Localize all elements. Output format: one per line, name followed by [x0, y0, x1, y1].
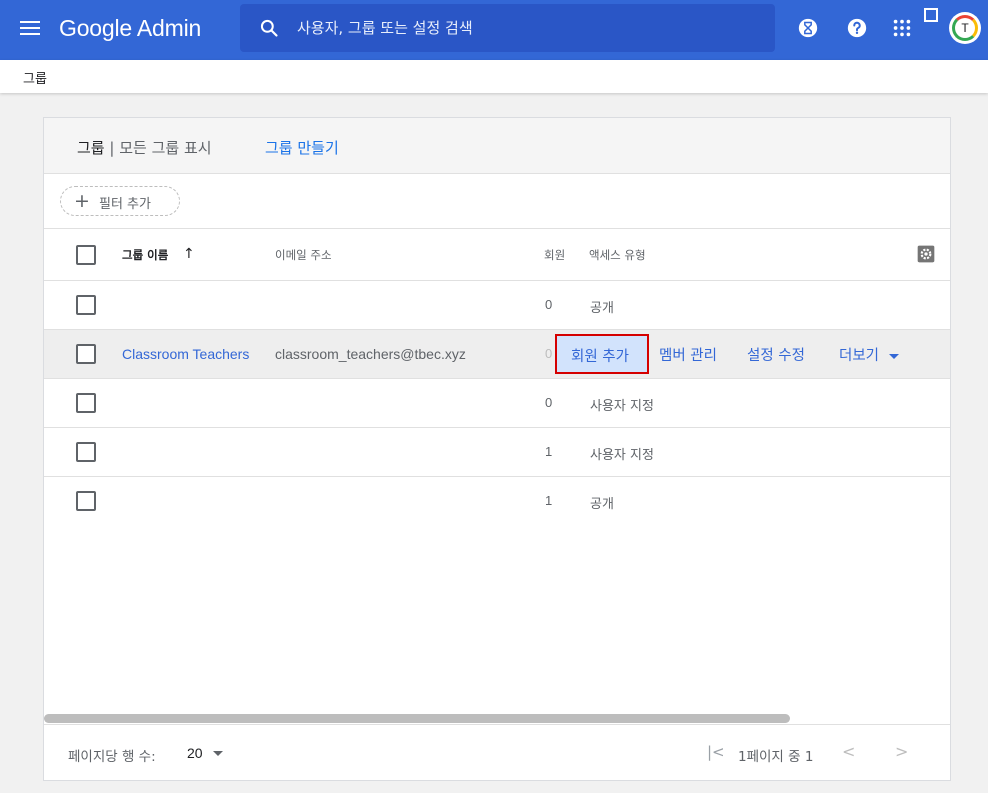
table-row[interactable]: 0 사용자 지정: [44, 379, 950, 428]
account-avatar[interactable]: T: [949, 12, 981, 44]
select-all-checkbox[interactable]: [76, 245, 96, 265]
group-member-count: 0: [545, 395, 553, 410]
table-header: 그룹 이름 ↑ 이메일 주소 회원 액세스 유형: [44, 229, 950, 281]
group-member-count: 1: [545, 444, 553, 459]
group-access-type: 사용자 지정: [590, 399, 654, 414]
group-email: classroom_teachers@tbec.xyz: [275, 346, 466, 362]
horizontal-scrollbar[interactable]: [44, 714, 790, 723]
row-checkbox[interactable]: [76, 491, 96, 511]
group-member-count: 1: [545, 493, 553, 508]
group-access-type: 공개: [590, 497, 614, 512]
menu-icon[interactable]: [20, 18, 42, 40]
groups-card: 그룹 | 모든 그룹 표시 그룹 만들기 + 필터 추가 그룹 이름 ↑ 이메일…: [43, 117, 951, 781]
search-box[interactable]: [240, 4, 775, 52]
sort-ascending-icon[interactable]: ↑: [183, 246, 195, 262]
column-header-name[interactable]: 그룹 이름: [122, 247, 168, 263]
breadcrumb: 그룹: [0, 60, 988, 93]
app-title[interactable]: Google Admin: [59, 14, 201, 42]
previous-page-icon[interactable]: <: [842, 742, 855, 761]
group-name[interactable]: Classroom Teachers: [122, 346, 249, 362]
square-icon[interactable]: [924, 8, 938, 22]
chevron-down-icon: [889, 353, 900, 359]
table-row[interactable]: Classroom Teachers classroom_teachers@tb…: [44, 330, 950, 379]
group-access-type: 공개: [590, 301, 614, 316]
avatar-letter: T: [961, 21, 969, 35]
chevron-down-icon[interactable]: [213, 751, 223, 756]
column-header-email[interactable]: 이메일 주소: [275, 247, 332, 263]
manage-members-button[interactable]: 멤버 관리: [659, 344, 717, 365]
filter-bar: + 필터 추가: [44, 174, 950, 229]
row-checkbox[interactable]: [76, 393, 96, 413]
add-filter-button[interactable]: + 필터 추가: [60, 186, 180, 216]
pagination-bar: 페이지당 행 수: 20 |< 1페이지 중 1 < >: [44, 724, 950, 780]
row-checkbox[interactable]: [76, 295, 96, 315]
table-row[interactable]: 1 사용자 지정: [44, 428, 950, 477]
group-access-type: 사용자 지정: [590, 448, 654, 463]
next-page-icon[interactable]: >: [895, 742, 908, 761]
plus-icon: +: [74, 190, 90, 212]
card-title-separator: |: [104, 139, 120, 157]
hourglass-icon[interactable]: [797, 17, 819, 39]
top-app-bar: Google Admin T: [0, 0, 988, 60]
column-header-access[interactable]: 액세스 유형: [589, 247, 646, 263]
view-all-groups: 모든 그룹 표시: [119, 139, 212, 157]
first-page-icon[interactable]: |<: [707, 743, 725, 761]
apps-grid-icon[interactable]: [891, 17, 913, 39]
column-header-members[interactable]: 회원: [544, 247, 565, 263]
search-icon[interactable]: [259, 18, 279, 38]
add-members-label: 회원 추가: [571, 349, 629, 365]
page-info: 1페이지 중 1: [738, 749, 814, 765]
add-filter-label: 필터 추가: [99, 197, 151, 212]
rows-per-page-label: 페이지당 행 수:: [68, 749, 156, 765]
rows-per-page-select[interactable]: 20: [187, 745, 203, 761]
row-checkbox[interactable]: [76, 344, 96, 364]
more-button[interactable]: 더보기: [839, 344, 900, 365]
card-header: 그룹 | 모든 그룹 표시 그룹 만들기: [44, 118, 950, 174]
edit-settings-button[interactable]: 설정 수정: [747, 344, 805, 365]
table-row[interactable]: 1 공개: [44, 477, 950, 526]
group-member-count: 0: [545, 297, 553, 312]
breadcrumb-current: 그룹: [23, 72, 47, 87]
table-row[interactable]: 0 공개: [44, 281, 950, 330]
card-title: 그룹 | 모든 그룹 표시: [77, 137, 212, 158]
card-title-main: 그룹: [77, 139, 105, 157]
group-member-count: 0: [545, 346, 553, 361]
search-input[interactable]: [297, 4, 757, 52]
more-label: 더보기: [839, 348, 880, 364]
help-icon[interactable]: [846, 17, 868, 39]
gear-icon[interactable]: [916, 244, 936, 264]
add-members-button[interactable]: 회원 추가: [555, 334, 649, 374]
create-group-button[interactable]: 그룹 만들기: [265, 137, 339, 158]
row-checkbox[interactable]: [76, 442, 96, 462]
